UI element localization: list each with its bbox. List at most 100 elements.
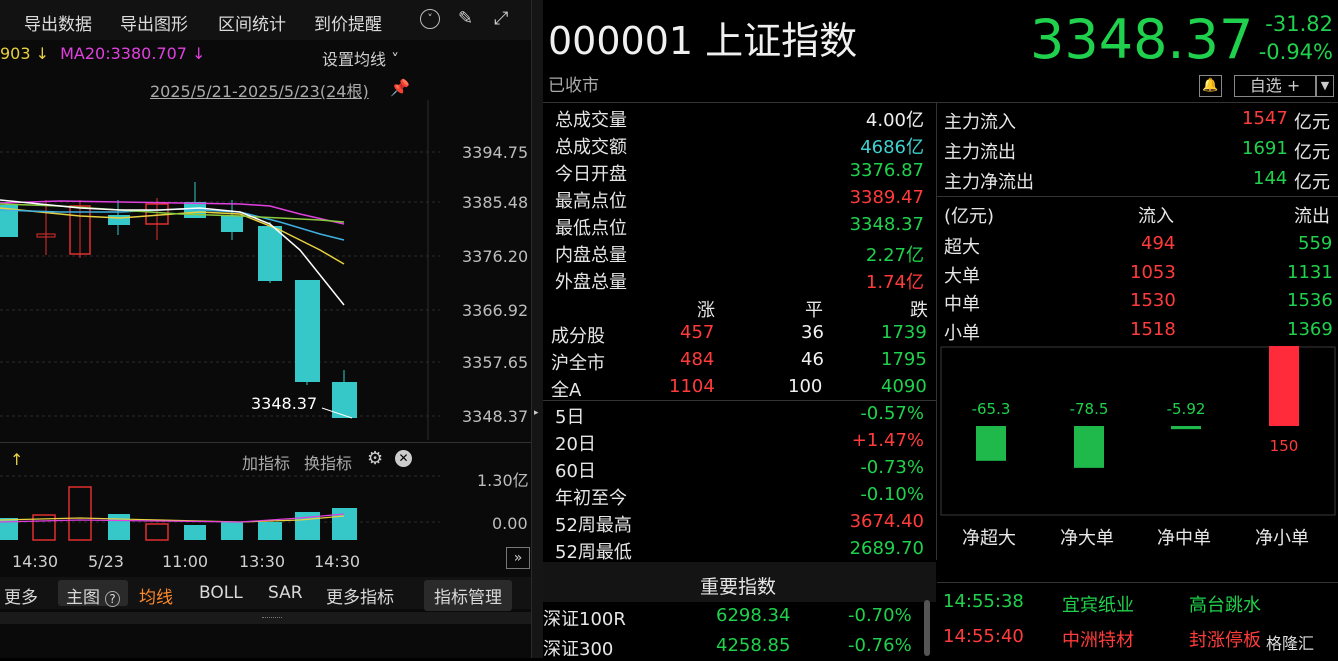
export-data-button[interactable]: 导出数据 — [24, 10, 92, 35]
indicator-manage-button[interactable]: 指标管理 — [424, 580, 512, 611]
breadth-flat: 100 — [788, 376, 823, 397]
y-tick: 3348.37 — [462, 407, 529, 426]
breadth-flat: 36 — [801, 322, 824, 343]
breadth-label: 沪全市 — [551, 353, 605, 374]
volume-chart — [0, 475, 440, 541]
y-tick: 3376.20 — [462, 247, 529, 266]
tab-more[interactable]: 更多 — [4, 583, 38, 608]
perf-label: 20日 — [555, 434, 596, 455]
chevron-down-icon[interactable]: ˅ — [420, 9, 440, 29]
pin-icon[interactable]: 📌 — [390, 78, 410, 97]
flow-in: 1053 — [1130, 262, 1176, 283]
flow-row-label: 大单 — [944, 266, 980, 287]
expand-button[interactable]: » — [506, 547, 530, 569]
perf-label: 年初至今 — [555, 488, 627, 509]
tab-more-indicators[interactable]: 更多指标 — [326, 583, 394, 608]
stat-label: 内盘总量 — [555, 245, 627, 266]
index-pct: -0.76% — [848, 635, 912, 656]
breadth-head: 涨 — [697, 300, 715, 321]
stat-label: 总成交量 — [555, 110, 627, 131]
index-price: 6298.34 — [716, 605, 791, 626]
indicator-tabs: 更多 主图 ? 均线 BOLL SAR 更多指标 指标管理 — [0, 577, 531, 611]
range-stats-button[interactable]: 区间统计 — [218, 10, 286, 35]
close-icon[interactable]: ✕ — [395, 450, 412, 467]
stat-label: 今日开盘 — [555, 164, 627, 185]
candles — [0, 182, 357, 418]
tab-main[interactable]: 主图 ? — [58, 580, 128, 608]
tab-boll[interactable]: BOLL — [199, 583, 243, 603]
flow-in: 1518 — [1130, 319, 1176, 340]
brush-icon[interactable]: ✎ — [458, 8, 473, 29]
alert-time: 14:55:40 — [943, 626, 1024, 647]
vol-tick: 0.00 — [492, 514, 528, 533]
alert-stock[interactable]: 宜宾纸业 — [1062, 591, 1134, 617]
scrollbar[interactable] — [924, 600, 930, 656]
breadth-label: 全A — [551, 380, 582, 401]
fullscreen-icon[interactable]: ⤢ — [494, 8, 508, 29]
flow-out: 1131 — [1287, 262, 1333, 283]
bar-value-label: -78.5 — [1070, 400, 1109, 418]
export-chart-button[interactable]: 导出图形 — [120, 10, 188, 35]
stat-label: 总成交额 — [555, 137, 627, 158]
tab-ma[interactable]: 均线 — [139, 583, 173, 608]
chevron-down-icon[interactable]: ▼ — [1316, 75, 1334, 97]
x-tick: 11:00 — [162, 552, 209, 571]
perf-label: 5日 — [555, 407, 585, 428]
flow-out: 559 — [1298, 233, 1333, 254]
resize-handle[interactable] — [0, 612, 531, 624]
gear-icon[interactable]: ⚙ — [367, 448, 383, 469]
stat-value: 2.27亿 — [865, 245, 924, 266]
indices-head: 重要指数 — [700, 576, 777, 598]
perf-value: -0.10% — [860, 484, 924, 505]
flow-out-head: 流出 — [1294, 206, 1330, 227]
bar-2 — [1074, 426, 1104, 468]
alert-stock[interactable]: 中洲特材 — [1062, 626, 1134, 652]
bar-value-label: -65.3 — [972, 400, 1011, 418]
collapse-arrow-icon[interactable]: ▸ — [534, 408, 539, 418]
price-alert-button[interactable]: 到价提醒 — [314, 10, 382, 35]
last-price: 3348.37 — [1030, 8, 1254, 71]
bar-category: 净小单 — [1255, 528, 1309, 549]
x-tick: 14:30 — [314, 552, 361, 571]
breadth-up: 484 — [680, 349, 715, 370]
instrument-title: 000001 上证指数 — [548, 19, 858, 63]
price-change: -31.82 — [1265, 12, 1333, 36]
date-range[interactable]: 2025/5/21-2025/5/23(24根) — [150, 78, 369, 102]
tab-sar[interactable]: SAR — [268, 583, 303, 603]
index-name[interactable]: 深证300 — [543, 635, 613, 661]
candle — [221, 216, 243, 232]
bar-category: 净超大 — [962, 528, 1016, 549]
x-tick: 13:30 — [239, 552, 286, 571]
candle — [108, 215, 130, 225]
add-watchlist-button[interactable]: 自选 + — [1234, 75, 1316, 97]
stat-label: 外盘总量 — [555, 272, 627, 293]
alert-event: 封涨停板 — [1189, 630, 1261, 651]
bell-icon[interactable]: 🔔 — [1199, 75, 1222, 97]
perf-value: -0.73% — [860, 457, 924, 478]
flow-row-label: 超大 — [944, 237, 980, 258]
candlestick-chart[interactable] — [0, 100, 440, 440]
x-tick: 14:30 — [12, 552, 59, 571]
candle — [295, 280, 320, 382]
bar-value-label: 150 — [1270, 437, 1299, 455]
breadth-label: 成分股 — [551, 326, 605, 347]
price-change-pct: -0.94% — [1258, 40, 1333, 64]
perf-label: 52周最高 — [555, 515, 632, 536]
bar-category: 净中单 — [1157, 528, 1211, 549]
net-label: 主力净流出 — [944, 172, 1034, 193]
perf-value: 2689.70 — [849, 538, 924, 559]
breadth-down: 4090 — [881, 376, 927, 397]
set-ma-button[interactable]: 设置均线 ˅ — [322, 46, 399, 70]
ma20-value: MA20:3380.707 ↓ — [60, 44, 206, 63]
bar-1 — [976, 426, 1006, 461]
candle — [258, 226, 282, 281]
unit: 亿元 — [1294, 172, 1330, 193]
breadth-head: 跌 — [910, 300, 928, 321]
stat-value: 4.00亿 — [865, 110, 924, 131]
panel-divider[interactable]: ▸ — [531, 0, 543, 658]
index-name[interactable]: 深证100R — [543, 605, 626, 631]
flow-in: 1530 — [1130, 290, 1176, 311]
ma10-line — [0, 207, 345, 265]
stat-value: 3389.47 — [849, 187, 924, 208]
flow-row-label: 小单 — [944, 323, 980, 344]
